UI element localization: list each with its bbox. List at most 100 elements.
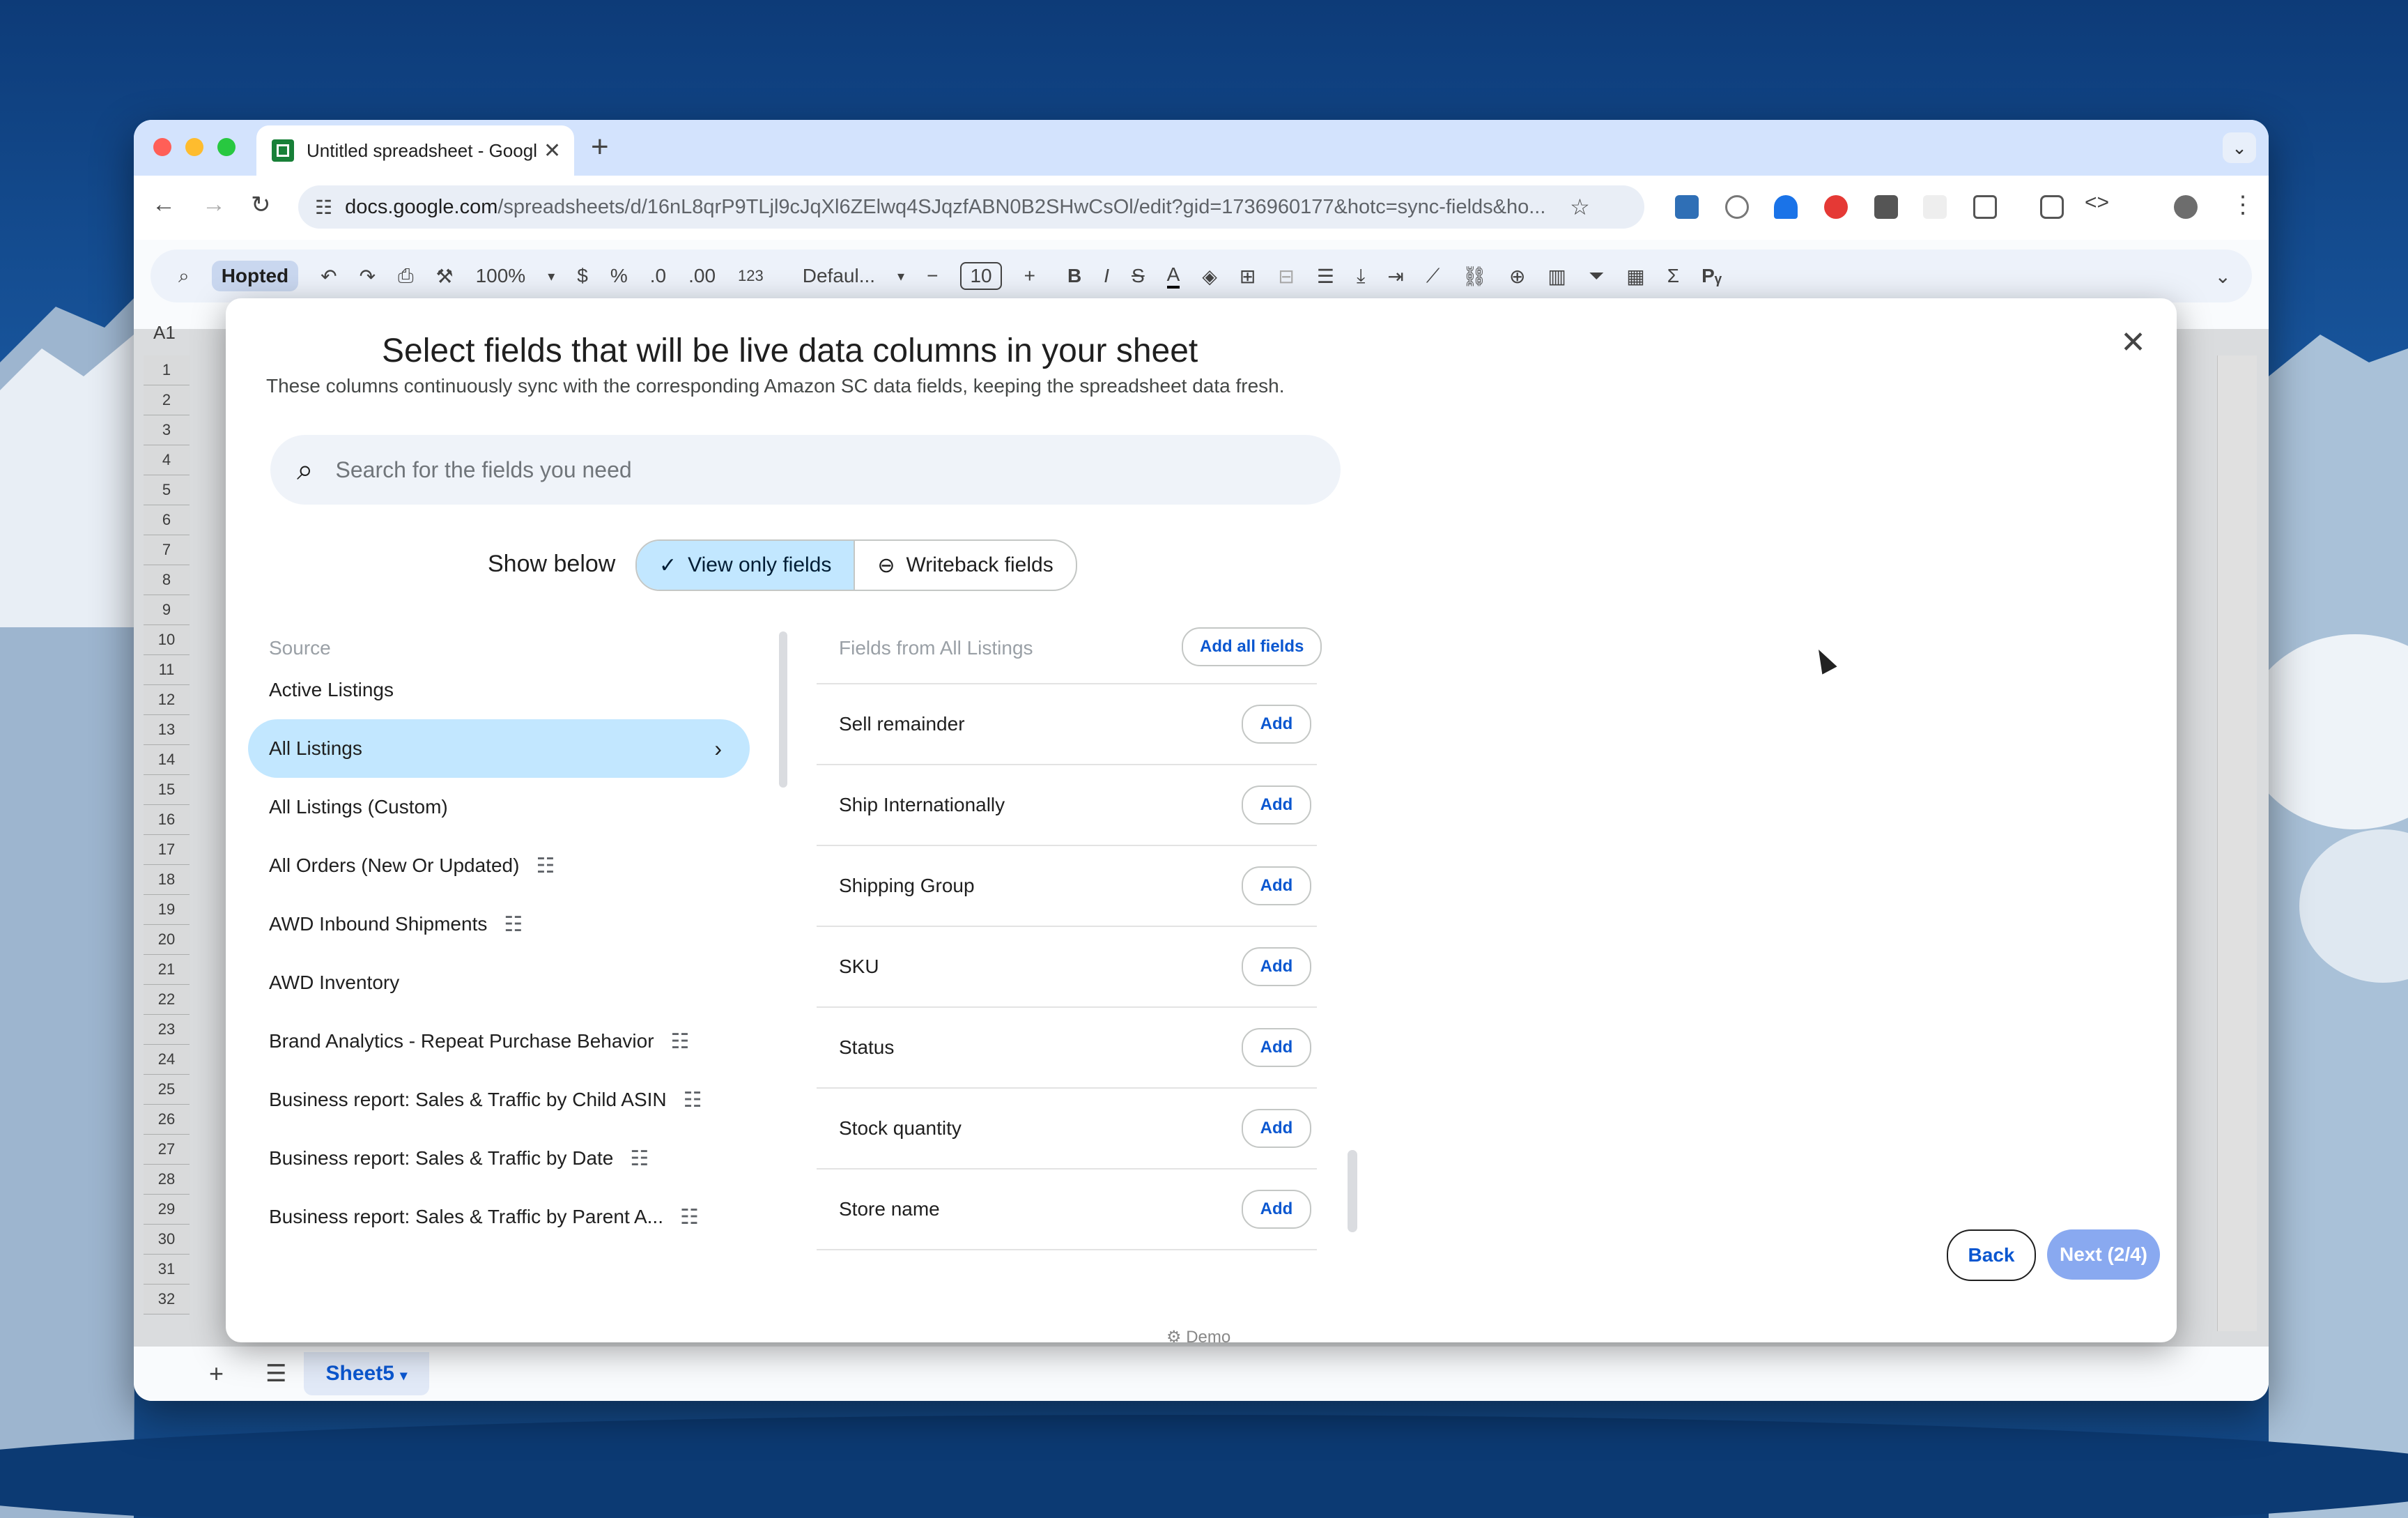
site-settings-icon[interactable]: ☷ (315, 196, 332, 219)
filter-settings-icon[interactable]: ☷ (536, 854, 555, 878)
italic-button[interactable]: I (1104, 265, 1109, 287)
zoom-window-button[interactable] (217, 138, 236, 156)
font-select[interactable]: Defaul... (803, 265, 875, 287)
extension-icon[interactable] (1675, 195, 1699, 219)
source-item[interactable]: All Listings (Custom) (248, 778, 750, 836)
extension-icon[interactable] (1874, 195, 1898, 219)
profile-avatar[interactable] (2174, 195, 2198, 219)
close-dialog-icon[interactable]: ✕ (2120, 325, 2146, 360)
insert-comment-icon[interactable]: ⊕ (1509, 265, 1525, 288)
merge-cells-icon[interactable]: ⊟ (1278, 265, 1294, 288)
chevron-down-icon[interactable]: ▾ (548, 268, 555, 285)
increase-font-size-icon[interactable]: + (1024, 265, 1035, 287)
functions-icon[interactable]: Σ (1667, 265, 1679, 287)
horizontal-align-icon[interactable]: ☰ (1317, 265, 1334, 288)
decrease-decimal-button[interactable]: .0 (650, 265, 666, 287)
close-tab-icon[interactable]: ✕ (543, 139, 561, 163)
filter-settings-icon[interactable]: ☷ (671, 1029, 690, 1054)
input-tools-icon[interactable]: Pᵧ (1701, 265, 1722, 287)
text-wrap-icon[interactable]: ⇥ (1387, 265, 1403, 288)
number-format-button[interactable]: 123 (738, 267, 764, 285)
zoom-select[interactable]: 100% (476, 265, 526, 287)
fill-color-icon[interactable]: ◈ (1202, 265, 1217, 288)
minimize-window-button[interactable] (185, 138, 203, 156)
new-tab-icon[interactable]: + (591, 130, 609, 164)
extension-icon[interactable] (1824, 195, 1848, 219)
add-field-button[interactable]: Add (1242, 1109, 1311, 1148)
sheet-tab-sheet5[interactable]: Sheet5 ▾ (303, 1352, 430, 1395)
filter-icon[interactable]: ⏷ (1589, 265, 1604, 288)
back-button[interactable]: Back (1947, 1229, 2036, 1281)
source-item[interactable]: All Orders (New Or Updated) ☷ (248, 836, 750, 895)
tab-search-chevron-icon[interactable]: ⌄ (2223, 132, 2256, 163)
field-search-input[interactable] (334, 456, 1299, 484)
text-color-icon[interactable]: A (1166, 263, 1180, 289)
filter-settings-icon[interactable]: ☷ (680, 1205, 699, 1229)
filter-settings-icon[interactable]: ☷ (504, 912, 523, 937)
view-only-fields-button[interactable]: ✓ View only fields (637, 541, 854, 590)
currency-format-button[interactable]: $ (577, 265, 588, 287)
extension-icon[interactable] (1774, 195, 1798, 219)
screenshot-icon[interactable] (2040, 195, 2064, 219)
fields-list-scrollbar[interactable] (1348, 1150, 1357, 1232)
add-all-fields-button[interactable]: Add all fields (1182, 627, 1322, 666)
source-item[interactable]: Brand Analytics - Repeat Purchase Behavi… (248, 1012, 750, 1071)
add-field-button[interactable]: Add (1242, 1190, 1311, 1229)
font-size-input[interactable]: 10 (960, 262, 1002, 290)
url-text[interactable]: docs.google.com/spreadsheets/d/16nL8qrP9… (345, 196, 1557, 219)
source-list-scrollbar[interactable] (779, 631, 787, 788)
next-button[interactable]: Next (2/4) (2047, 1229, 2160, 1280)
select-fields-dialog: Select fields that will be live data col… (226, 298, 2177, 1342)
add-sheet-icon[interactable]: + (209, 1359, 224, 1388)
hopted-button[interactable]: Hopted (211, 261, 299, 291)
undo-icon[interactable]: ↶ (321, 265, 337, 288)
back-arrow-icon[interactable]: ← (152, 191, 176, 218)
source-item[interactable]: Active Listings (248, 661, 750, 719)
extensions-puzzle-icon[interactable] (1973, 195, 1997, 219)
source-item[interactable]: AWD Inbound Shipments ☷ (248, 895, 750, 953)
bookmark-star-icon[interactable]: ☆ (1570, 194, 1590, 220)
add-field-button[interactable]: Add (1242, 785, 1311, 825)
strikethrough-icon[interactable]: S (1132, 265, 1145, 287)
extension-icon[interactable] (1725, 195, 1749, 219)
source-item[interactable]: Business report: Sales & Traffic by Pare… (248, 1188, 750, 1246)
all-sheets-menu-icon[interactable]: ☰ (265, 1360, 286, 1388)
source-item[interactable]: All Listings › (248, 719, 750, 778)
borders-icon[interactable]: ⊞ (1240, 265, 1256, 288)
url-omnibox[interactable]: ☷ docs.google.com/spreadsheets/d/16nL8qr… (298, 185, 1644, 229)
percent-format-button[interactable]: % (610, 265, 628, 287)
insert-chart-icon[interactable]: ▥ (1548, 265, 1566, 288)
field-row: Sell remainder Add (817, 684, 1317, 765)
forward-arrow-icon[interactable]: → (202, 191, 226, 218)
paint-format-icon[interactable]: ⚒ (435, 265, 453, 288)
increase-decimal-button[interactable]: .00 (688, 265, 716, 287)
close-window-button[interactable] (153, 138, 171, 156)
field-search-bar[interactable]: ⌕ (270, 435, 1341, 505)
extension-icon[interactable] (1923, 195, 1947, 219)
collapse-toolbar-chevron-icon[interactable]: ⌄ (2215, 265, 2231, 288)
redo-icon[interactable]: ↷ (360, 265, 376, 288)
add-field-button[interactable]: Add (1242, 705, 1311, 744)
add-field-button[interactable]: Add (1242, 947, 1311, 986)
reload-icon[interactable]: ↻ (251, 191, 271, 219)
source-item[interactable]: Business report: Sales & Traffic by Date… (248, 1129, 750, 1188)
writeback-fields-button[interactable]: ⊖ Writeback fields (855, 541, 1075, 590)
filter-views-icon[interactable]: ▦ (1626, 265, 1644, 288)
text-rotation-icon[interactable]: ⟋ (1426, 265, 1440, 288)
source-item[interactable]: Business report: Sales & Traffic by Chil… (248, 1071, 750, 1129)
source-item[interactable]: AWD Inventory (248, 953, 750, 1012)
filter-settings-icon[interactable]: ☷ (630, 1147, 649, 1171)
decrease-font-size-icon[interactable]: − (927, 265, 938, 287)
chevron-down-icon[interactable]: ▾ (897, 268, 904, 285)
search-menus-icon[interactable]: ⌕ (178, 265, 190, 288)
code-icon[interactable]: <> (2085, 191, 2109, 215)
add-field-button[interactable]: Add (1242, 866, 1311, 905)
insert-link-icon[interactable]: ⛓ (1462, 265, 1487, 288)
browser-menu-icon[interactable]: ⋮ (2231, 191, 2255, 219)
vertical-align-icon[interactable]: ⤓ (1357, 265, 1365, 288)
print-icon[interactable]: ⎙ (398, 265, 413, 288)
add-field-button[interactable]: Add (1242, 1028, 1311, 1067)
filter-settings-icon[interactable]: ☷ (684, 1088, 702, 1112)
bold-button[interactable]: B (1067, 265, 1081, 287)
browser-tab[interactable]: Untitled spreadsheet - Googl ✕ (256, 125, 574, 176)
